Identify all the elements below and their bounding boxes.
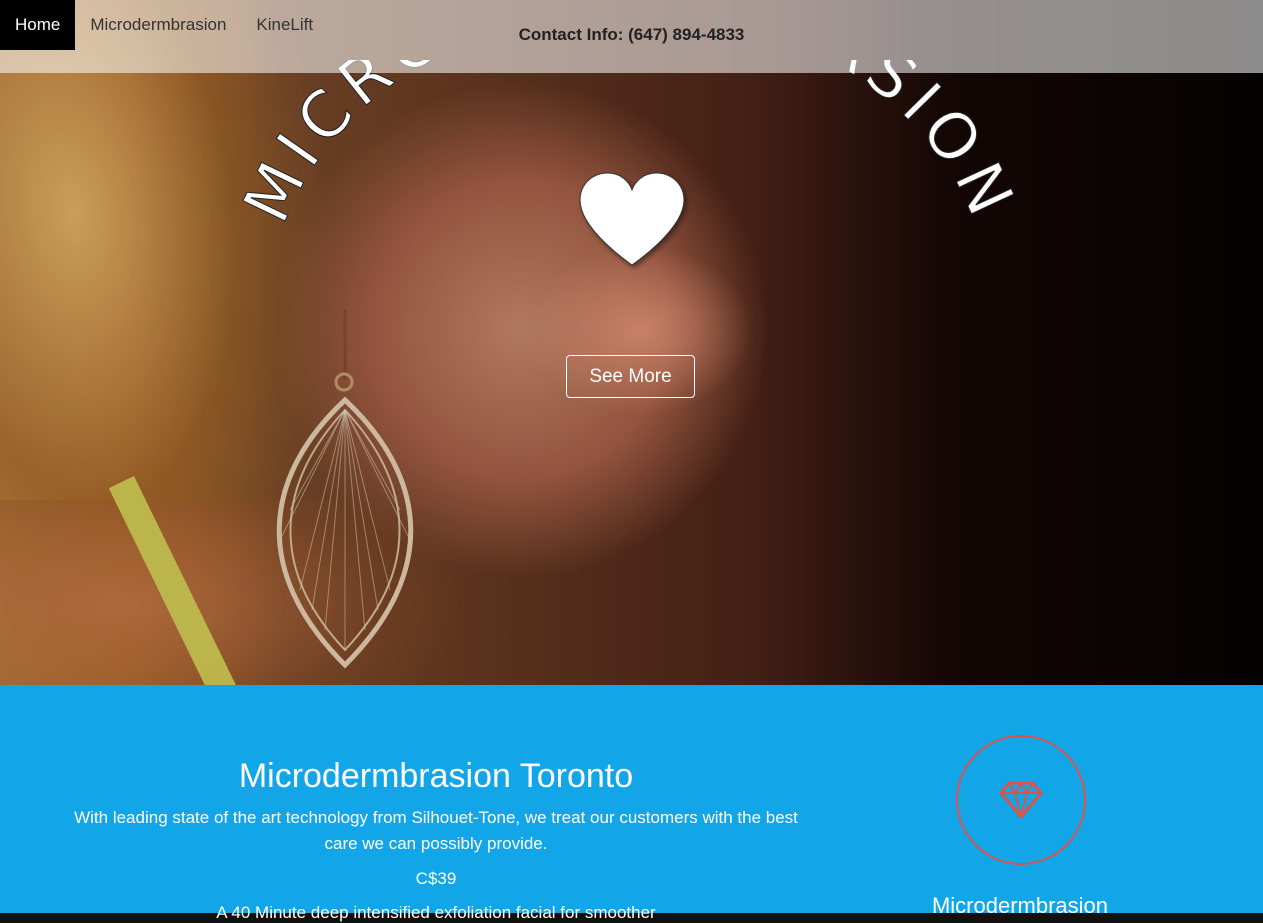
- section-partial-text: A 40 Minute deep intensified exfoliation…: [216, 903, 656, 922]
- contact-info: Contact Info: (647) 894-4833: [518, 25, 745, 44]
- heart-icon: [579, 172, 685, 266]
- feature-circle[interactable]: [956, 735, 1086, 865]
- hero-logo: MICRODERMABRASION: [240, 60, 1020, 266]
- diamond-icon: [999, 781, 1043, 819]
- see-more-button[interactable]: See More: [566, 355, 695, 398]
- section-description: With leading state of the art technology…: [74, 808, 798, 853]
- section-title: Microdermbrasion Toronto: [238, 757, 634, 795]
- price-label: C$39: [415, 869, 457, 888]
- feature-label: Microdermbrasion: [931, 893, 1109, 918]
